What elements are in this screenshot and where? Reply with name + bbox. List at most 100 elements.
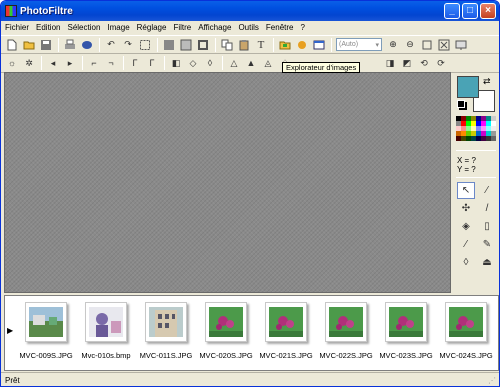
window-icon[interactable] bbox=[312, 38, 326, 52]
print-icon[interactable] bbox=[63, 38, 77, 52]
eyedropper-tool-icon[interactable]: ⁄ bbox=[478, 182, 496, 199]
flip-vertical-icon[interactable]: ◩ bbox=[400, 56, 414, 70]
sharpen-more-icon[interactable]: ▲ bbox=[244, 56, 258, 70]
open-folder-icon[interactable] bbox=[22, 38, 36, 52]
pen-tool-icon[interactable]: ✎ bbox=[478, 236, 496, 253]
toolbar-separator bbox=[123, 56, 124, 70]
maximize-button[interactable]: □ bbox=[462, 3, 478, 19]
auto-levels-icon[interactable]: ✲ bbox=[22, 56, 36, 70]
gamma-minus-icon[interactable]: Γ bbox=[128, 56, 142, 70]
thumbnail-item[interactable]: MVC-020S.JPG bbox=[197, 300, 255, 370]
redo-icon[interactable]: ↷ bbox=[121, 38, 135, 52]
zoom-select[interactable]: (Auto) ▾ bbox=[336, 38, 382, 51]
toolbar-separator bbox=[273, 37, 274, 52]
thumbnail-item[interactable]: MVC-011S.JPG bbox=[137, 300, 195, 370]
toolbar-separator bbox=[215, 37, 216, 52]
thumbnail-item[interactable]: MVC-023S.JPG bbox=[377, 300, 435, 370]
brightness-plus-icon[interactable]: ▸ bbox=[63, 56, 77, 70]
foreground-color-swatch[interactable] bbox=[457, 76, 479, 98]
plugins-icon[interactable] bbox=[295, 38, 309, 52]
thumbnail-item[interactable]: MVC-009S.JPG bbox=[17, 300, 75, 370]
menu-edition[interactable]: Edition bbox=[36, 23, 60, 32]
close-button[interactable]: × bbox=[480, 3, 496, 19]
copy-icon[interactable] bbox=[220, 38, 234, 52]
auto-contrast-icon[interactable]: ☼ bbox=[5, 56, 19, 70]
pointer-tool-icon[interactable]: ↖ bbox=[457, 182, 475, 199]
main-toolbar: ↶ ↷ T (Auto) ▾ ⊕ ⊖ bbox=[1, 35, 499, 54]
color-swatch[interactable] bbox=[491, 136, 496, 141]
tooltip: Explorateur d'images bbox=[282, 62, 361, 73]
actual-size-icon[interactable] bbox=[420, 38, 434, 52]
thumbnail-label: MVC-021S.JPG bbox=[259, 351, 313, 360]
fullscreen-icon[interactable] bbox=[454, 38, 468, 52]
magic-wand-tool-icon[interactable]: ✣ bbox=[457, 200, 475, 217]
menu-outils[interactable]: Outils bbox=[238, 23, 258, 32]
fill-tool-icon[interactable]: ◈ bbox=[457, 218, 475, 235]
title-bar[interactable]: PhotoFiltre _ □ × bbox=[1, 1, 499, 21]
toolbar-separator bbox=[58, 37, 59, 52]
soften-icon[interactable]: ◬ bbox=[261, 56, 275, 70]
workspace-canvas[interactable] bbox=[4, 72, 451, 293]
thumbnail-label: MVC-022S.JPG bbox=[319, 351, 373, 360]
text-icon[interactable]: T bbox=[254, 38, 268, 52]
blur-tool-icon[interactable]: ◊ bbox=[457, 254, 475, 271]
thumbnail-label: MVC-023S.JPG bbox=[379, 351, 433, 360]
zoom-in-icon[interactable]: ⊕ bbox=[386, 38, 400, 52]
thumbnail-label: MVC-024S.JPG bbox=[439, 351, 493, 360]
menu-reglage[interactable]: Réglage bbox=[137, 23, 167, 32]
brush-tool-icon[interactable]: ⁄ bbox=[457, 236, 475, 253]
contrast-minus-icon[interactable]: ⌐ bbox=[87, 56, 101, 70]
zoom-out-icon[interactable]: ⊖ bbox=[403, 38, 417, 52]
window-title: PhotoFiltre bbox=[20, 5, 73, 17]
toolbar-separator bbox=[82, 56, 83, 70]
grayscale-icon[interactable]: ◧ bbox=[169, 56, 183, 70]
select-all-icon[interactable] bbox=[138, 38, 152, 52]
menu-filtre[interactable]: Filtre bbox=[173, 23, 191, 32]
thumbnail-item[interactable]: MVC-022S.JPG bbox=[317, 300, 375, 370]
menu-fichier[interactable]: Fichier bbox=[5, 23, 29, 32]
sharpen-triangle-icon[interactable]: △ bbox=[227, 56, 241, 70]
contrast-plus-icon[interactable]: ¬ bbox=[104, 56, 118, 70]
chevron-down-icon: ▾ bbox=[375, 41, 379, 49]
menu-fenetre[interactable]: Fenêtre bbox=[266, 23, 294, 32]
thumbnail-item[interactable]: MVC-021S.JPG bbox=[257, 300, 315, 370]
tools-grid: ↖ ⁄ ✣ / ◈ ▯ ⁄ ✎ ◊ ⏏ bbox=[457, 182, 497, 271]
menu-selection[interactable]: Sélection bbox=[67, 23, 100, 32]
thumbnail-image-icon bbox=[325, 302, 367, 342]
rotate-left-icon[interactable]: ⟲ bbox=[417, 56, 431, 70]
zoom-value: (Auto) bbox=[339, 41, 359, 48]
menu-image[interactable]: Image bbox=[107, 23, 129, 32]
reset-colors-icon[interactable] bbox=[457, 100, 465, 108]
menu-affichage[interactable]: Affichage bbox=[198, 23, 231, 32]
paste-icon[interactable] bbox=[237, 38, 251, 52]
new-file-icon[interactable] bbox=[5, 38, 19, 52]
thumbnail-item[interactable]: MVC-024S.JPG bbox=[437, 300, 495, 370]
strip-arrow-icon[interactable]: ▶ bbox=[7, 326, 13, 335]
gamma-plus-icon[interactable]: Γ bbox=[145, 56, 159, 70]
resize-grip-icon[interactable]: ⋰ bbox=[488, 376, 496, 385]
rotate-right-icon[interactable]: ⟳ bbox=[434, 56, 448, 70]
palette-separator bbox=[456, 177, 496, 178]
canvas-size-icon[interactable] bbox=[179, 38, 193, 52]
line-tool-icon[interactable]: / bbox=[478, 200, 496, 217]
color-swatches[interactable] bbox=[456, 116, 496, 146]
image-size-icon[interactable] bbox=[162, 38, 176, 52]
scan-icon[interactable] bbox=[80, 38, 94, 52]
tool-palette: ⇄ X = ? Y = ? ↖ ⁄ ✣ / ◈ ▯ ⁄ ✎ ◊ ⏏ bbox=[453, 72, 499, 293]
menu-help[interactable]: ? bbox=[300, 23, 304, 32]
spray-tool-icon[interactable]: ▯ bbox=[478, 218, 496, 235]
stamp-tool-icon[interactable]: ⏏ bbox=[478, 254, 496, 271]
undo-icon[interactable]: ↶ bbox=[104, 38, 118, 52]
thumbnail-image-icon bbox=[385, 302, 427, 342]
frame-icon[interactable] bbox=[196, 38, 210, 52]
blur-icon[interactable]: ◇ bbox=[186, 56, 200, 70]
sharpen-icon[interactable]: ◊ bbox=[203, 56, 217, 70]
flip-horizontal-icon[interactable]: ◨ bbox=[383, 56, 397, 70]
save-icon[interactable] bbox=[39, 38, 53, 52]
minimize-button[interactable]: _ bbox=[444, 3, 460, 19]
fit-window-icon[interactable] bbox=[437, 38, 451, 52]
thumbnail-item[interactable]: Mvc-010s.bmp bbox=[77, 300, 135, 370]
image-explorer-icon[interactable] bbox=[278, 38, 292, 52]
brightness-minus-icon[interactable]: ◂ bbox=[46, 56, 60, 70]
swap-colors-icon[interactable]: ⇄ bbox=[483, 76, 491, 87]
